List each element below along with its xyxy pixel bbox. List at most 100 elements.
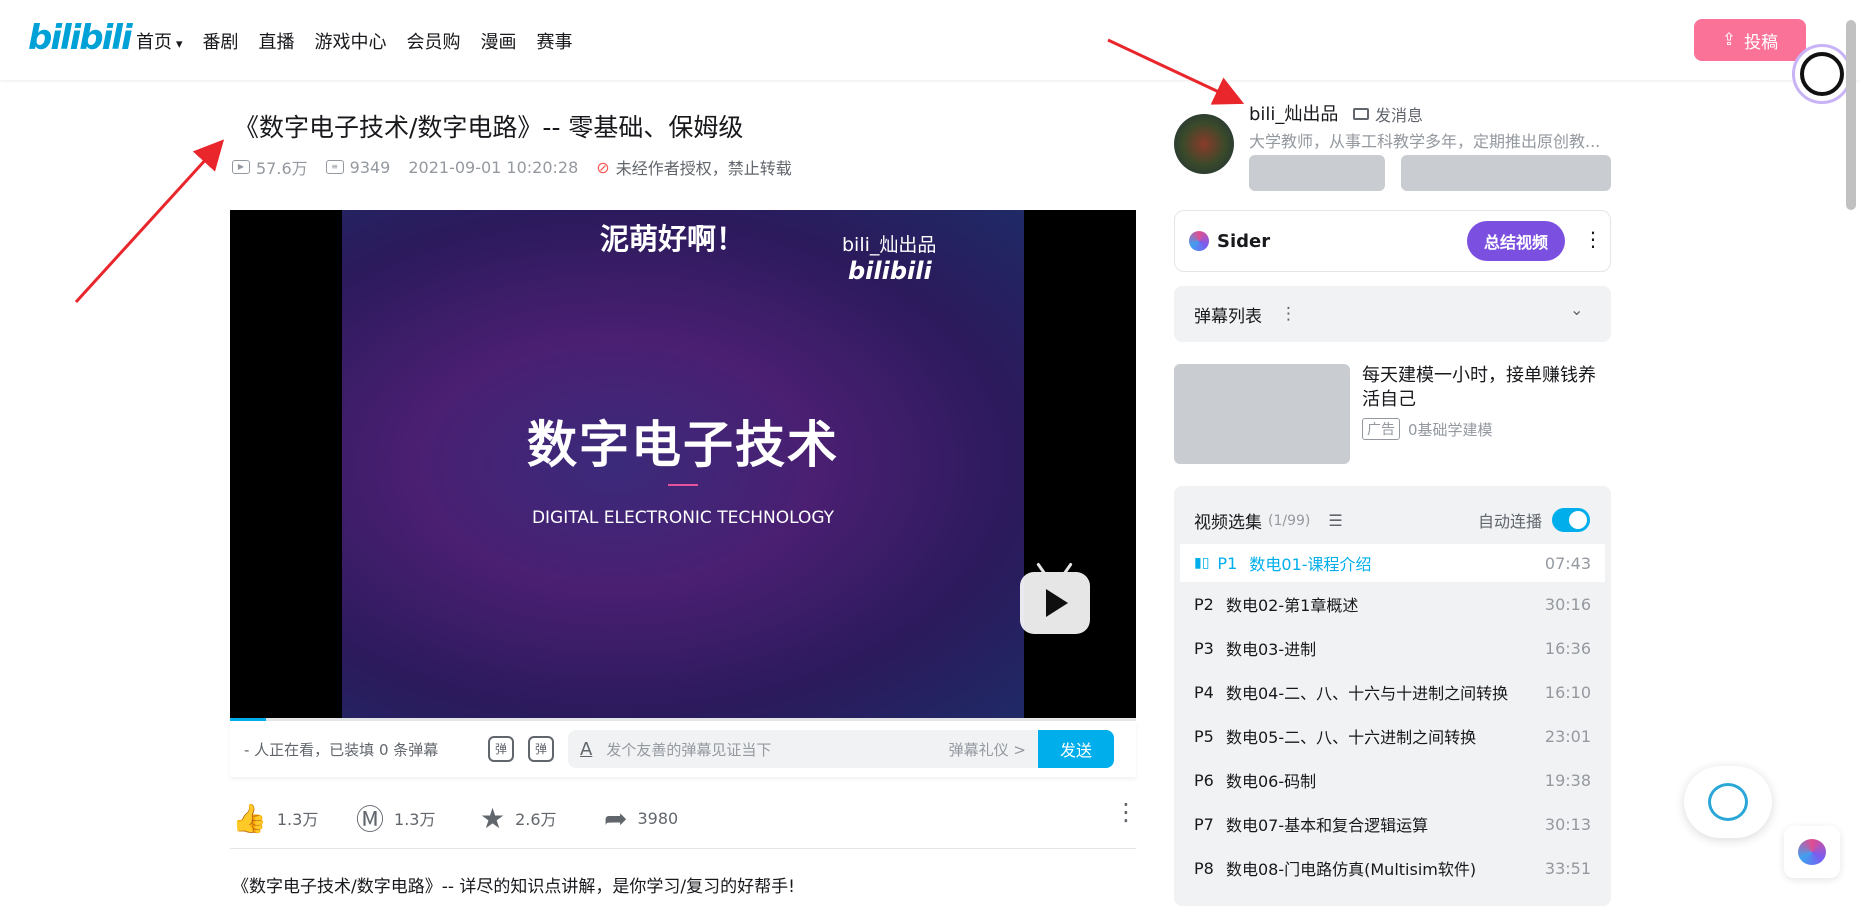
- upload-icon: ⇪: [1721, 30, 1737, 50]
- slide-brand-name: bili_灿出品: [842, 234, 937, 256]
- part-duration: 16:10: [1544, 682, 1591, 702]
- ad-source: 0基础学建模: [1408, 420, 1493, 439]
- danmaku-etiquette-link[interactable]: 弹幕礼仪 >: [949, 739, 1026, 760]
- nav-live[interactable]: 直播: [259, 28, 295, 54]
- ad-meta: 广告 0基础学建模: [1362, 418, 1493, 440]
- star-icon: ★: [480, 801, 506, 835]
- danmaku-placeholder: 发个友善的弹幕见证当下: [606, 740, 772, 759]
- nav-home[interactable]: 首页 ▾: [136, 28, 183, 54]
- autoplay-label: 自动连播: [1478, 512, 1543, 531]
- more-icon[interactable]: ⋮: [1114, 798, 1138, 826]
- danmaku-settings-icon[interactable]: 弹: [528, 736, 554, 762]
- extension-badge-icon[interactable]: [1792, 44, 1852, 104]
- viewer-count: - 人正在看，已装填 0 条弹幕: [244, 740, 439, 759]
- playlist-item[interactable]: P2 数电02-第1章概述 30:16: [1174, 582, 1611, 626]
- sider-name: Sider: [1217, 230, 1271, 252]
- nav-vip-shop[interactable]: 会员购: [407, 28, 461, 54]
- text-style-icon[interactable]: A: [580, 739, 592, 760]
- favorite-button[interactable]: ★ 2.6万: [480, 802, 604, 835]
- part-title: 数电02-第1章概述: [1226, 596, 1359, 615]
- copyright-text: 未经作者授权，禁止转载: [615, 159, 792, 178]
- ad-title[interactable]: 每天建模一小时，接单赚钱养活自己: [1362, 364, 1612, 412]
- chevron-down-icon: ▾: [176, 37, 183, 52]
- danmaku-count-value: 9349: [349, 157, 391, 177]
- playlist-item[interactable]: P6 数电06-码制 19:38: [1174, 758, 1611, 802]
- top-navbar: bilibili 首页 ▾ 番剧 直播 游戏中心 会员购 漫画 赛事 ⇪ 投稿: [0, 0, 1860, 80]
- chevron-down-icon[interactable]: ⌄: [1570, 300, 1583, 319]
- nav-manga[interactable]: 漫画: [481, 28, 517, 54]
- danmaku-count-icon: ≡: [325, 160, 344, 174]
- video-description: 《数字电子技术/数字电路》-- 详尽的知识点讲解，是你学习/复习的好帮手!: [232, 877, 795, 897]
- chat-assistant-icon[interactable]: [1684, 766, 1772, 838]
- slide-divider: [668, 484, 698, 486]
- page-scrollbar[interactable]: [1846, 20, 1856, 210]
- part-duration: 23:01: [1544, 726, 1591, 746]
- coin-icon: Ⓜ: [356, 803, 385, 836]
- coin-button[interactable]: Ⓜ 1.3万: [356, 798, 480, 838]
- brain-extension-icon[interactable]: [1784, 826, 1840, 878]
- send-button[interactable]: 发送: [1038, 730, 1114, 768]
- playlist-title: 视频选集: [1194, 513, 1262, 533]
- part-number: P5: [1194, 726, 1214, 746]
- playlist-item[interactable]: ▮▯ P1 数电01-课程介绍 07:43: [1180, 544, 1605, 582]
- sider-panel: Sider 总结视频 ⋮: [1174, 210, 1611, 272]
- publish-date: 2021-09-01 10:20:28: [408, 157, 579, 177]
- send-message-label: 发消息: [1375, 106, 1424, 125]
- divider: [230, 848, 1136, 849]
- danmaku-toggle-icon[interactable]: 弹: [488, 736, 514, 762]
- danmaku-list-more-icon[interactable]: ⋮: [1280, 304, 1297, 324]
- summarize-video-button[interactable]: 总结视频: [1467, 221, 1565, 261]
- ad-thumbnail[interactable]: [1174, 364, 1350, 464]
- autoplay-toggle[interactable]: [1552, 508, 1591, 532]
- nav-anime[interactable]: 番剧: [203, 28, 239, 54]
- video-player[interactable]: 泥萌好啊！ bili_灿出品bilibili 数字电子技术 DIGITAL EL…: [230, 210, 1136, 718]
- video-playlist: 视频选集 (1/99) ☰ 自动连播 ▮▯ P1 数电01-课程介绍 07:43 P2…: [1174, 486, 1611, 906]
- now-playing-icon: ▮▯: [1194, 555, 1210, 571]
- forbidden-icon: ⊘: [596, 157, 610, 177]
- like-button[interactable]: 👍 1.3万: [232, 802, 356, 835]
- danmaku-input[interactable]: A 发个友善的弹幕见证当下 弹幕礼仪 >: [568, 730, 1038, 768]
- list-view-icon[interactable]: ☰: [1328, 511, 1342, 530]
- playlist-item[interactable]: P8 数电08-门电路仿真(Multisim软件) 33:51: [1174, 846, 1611, 890]
- share-count: 3980: [637, 808, 679, 828]
- slide-main-text: 数字电子技术: [527, 416, 839, 474]
- nav-esports[interactable]: 赛事: [537, 28, 573, 54]
- upload-button[interactable]: ⇪ 投稿: [1694, 19, 1806, 61]
- sider-more-icon[interactable]: ⋮: [1583, 227, 1603, 251]
- ad-tag: 广告: [1362, 418, 1400, 440]
- sider-logo-icon: [1189, 231, 1209, 251]
- playlist-items: ▮▯ P1 数电01-课程介绍 07:43 P2 数电02-第1章概述 30:16 P3 数…: [1174, 544, 1611, 890]
- coin-count: 1.3万: [394, 810, 436, 829]
- bilibili-logo[interactable]: bilibili: [28, 18, 133, 58]
- part-duration: 07:43: [1544, 553, 1591, 573]
- uploader-avatar[interactable]: [1174, 114, 1234, 174]
- part-number: P4: [1194, 682, 1214, 702]
- thumbs-up-icon: 👍: [232, 801, 267, 835]
- part-title: 数电08-门电路仿真(Multisim软件): [1226, 860, 1477, 879]
- part-number: P8: [1194, 858, 1214, 878]
- video-title: 《数字电子技术/数字电路》-- 零基础、保姆级: [234, 113, 744, 142]
- annotation-arrow-title: [74, 139, 225, 304]
- danmaku-list-header[interactable]: 弹幕列表 ⋮ ⌄: [1174, 286, 1611, 342]
- video-actions: 👍 1.3万 Ⓜ 1.3万 ★ 2.6万 ➦ 3980 ⋮: [232, 798, 1138, 838]
- danmaku-list-label: 弹幕列表: [1194, 306, 1262, 327]
- share-button[interactable]: ➦ 3980: [604, 802, 728, 835]
- part-title: 数电01-课程介绍: [1249, 555, 1372, 574]
- part-duration: 33:51: [1544, 858, 1591, 878]
- part-number: P7: [1194, 814, 1214, 834]
- favorite-count: 2.6万: [515, 810, 557, 829]
- upload-label: 投稿: [1744, 32, 1779, 53]
- video-frame: 泥萌好啊！ bili_灿出品bilibili 数字电子技术 DIGITAL EL…: [342, 210, 1024, 718]
- playlist-item[interactable]: P3 数电03-进制 16:36: [1174, 626, 1611, 670]
- playlist-item[interactable]: P4 数电04-二、八、十六与十进制之间转换 16:10: [1174, 670, 1611, 714]
- play-icon[interactable]: [1020, 572, 1090, 634]
- uploader-name[interactable]: bili_灿出品: [1249, 100, 1338, 126]
- slide-brand: bili_灿出品bilibili: [842, 230, 1024, 285]
- video-meta: ▶ 57.6万 ≡ 9349 2021-09-01 10:20:28 ⊘ 未经作者授权…: [232, 155, 792, 179]
- part-number: P1: [1217, 553, 1238, 573]
- playlist-item[interactable]: P7 数电07-基本和复合逻辑运算 30:13: [1174, 802, 1611, 846]
- part-duration: 30:16: [1544, 594, 1591, 614]
- send-message-button[interactable]: 发消息: [1353, 102, 1423, 126]
- nav-game-center[interactable]: 游戏中心: [315, 28, 387, 54]
- playlist-item[interactable]: P5 数电05-二、八、十六进制之间转换 23:01: [1174, 714, 1611, 758]
